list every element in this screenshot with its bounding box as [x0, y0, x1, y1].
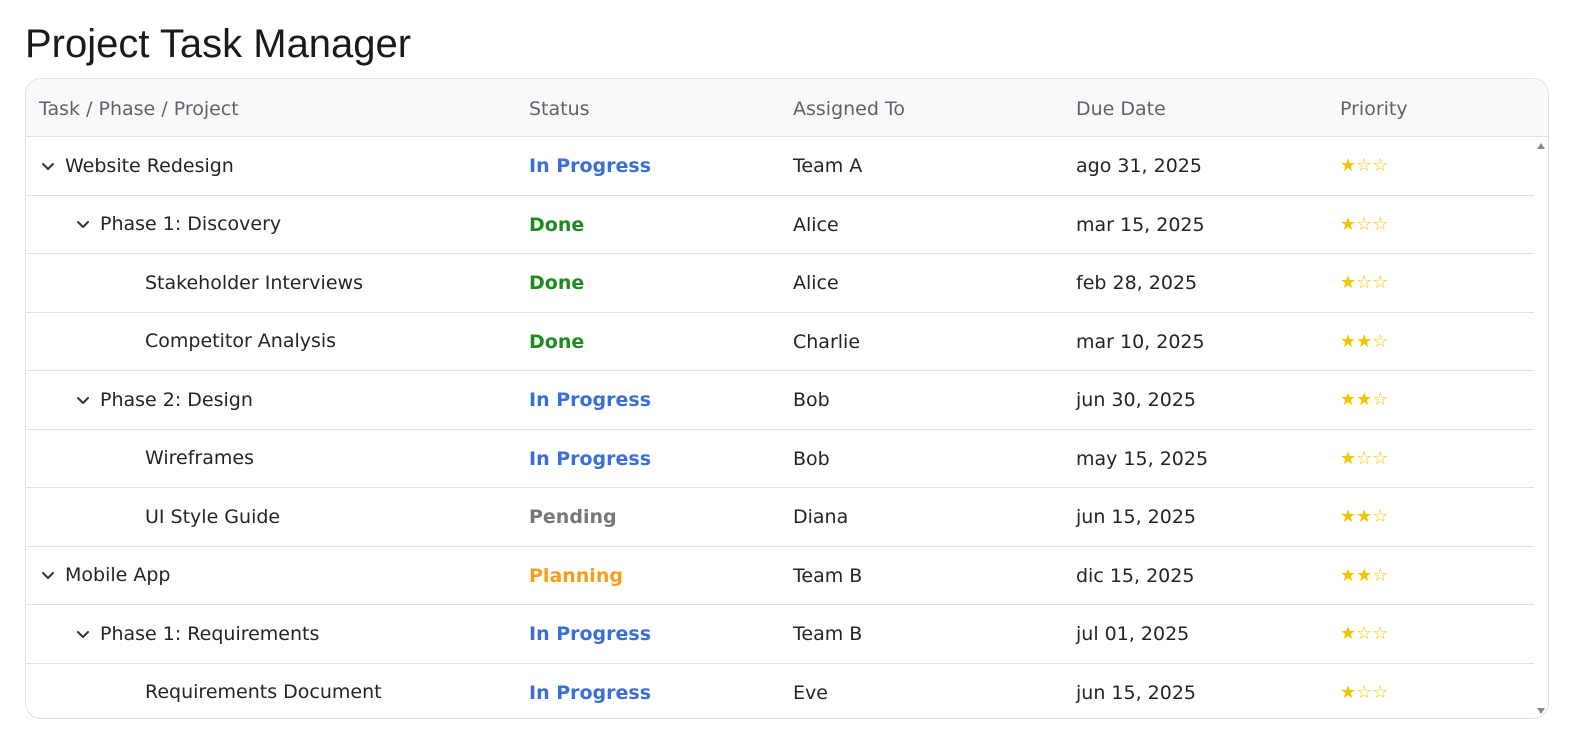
- column-header-task[interactable]: Task / Phase / Project: [39, 79, 239, 136]
- due-date-cell: feb 28, 2025: [1076, 272, 1198, 294]
- grid-header: Task / Phase / Project Status Assigned T…: [26, 79, 1548, 137]
- assigned-to-cell: Eve: [793, 681, 828, 704]
- task-row[interactable]: Competitor Analysis Done Charlie mar 10, 20…: [26, 313, 1534, 371]
- phase-row[interactable]: Phase 1: Discovery Done Alice mar 15, 2025 ★…: [26, 196, 1534, 254]
- column-header-assigned-to[interactable]: Assigned To: [793, 79, 905, 136]
- assigned-to-cell: Team B: [793, 623, 863, 645]
- assigned-to-cell: Bob: [793, 389, 830, 411]
- due-date-cell: dic 15, 2025: [1076, 564, 1195, 587]
- task-name-cell: Competitor Analysis: [145, 313, 336, 370]
- column-header-status[interactable]: Status: [529, 79, 590, 136]
- due-date-cell: jun 15, 2025: [1076, 681, 1197, 704]
- status-label: Done: [529, 330, 585, 353]
- status-label: Pending: [529, 506, 617, 528]
- status-label: Done: [529, 272, 585, 294]
- task-name: Phase 1: Discovery: [100, 213, 282, 235]
- scroll-up-arrow-icon[interactable]: [1537, 143, 1545, 149]
- chevron-down-icon[interactable]: [74, 215, 92, 233]
- task-name: Phase 2: Design: [100, 388, 253, 411]
- priority-stars: ★★☆: [1340, 506, 1389, 527]
- task-name: Competitor Analysis: [145, 330, 337, 352]
- status-label: In Progress: [529, 623, 652, 645]
- grid-body: Website Redesign In Progress Team A ago 31,…: [26, 137, 1534, 719]
- due-date-cell: jun 30, 2025: [1076, 389, 1197, 411]
- priority-stars: ★☆☆: [1340, 213, 1389, 235]
- task-name-cell: UI Style Guide: [145, 488, 280, 545]
- assigned-to-cell: Diana: [793, 506, 849, 528]
- chevron-down-icon[interactable]: [74, 625, 92, 643]
- priority-stars: ★★☆: [1340, 564, 1389, 586]
- due-date-cell: mar 10, 2025: [1076, 330, 1205, 353]
- status-label: In Progress: [529, 155, 652, 177]
- due-date-cell: mar 15, 2025: [1076, 213, 1205, 236]
- due-date-cell: ago 31, 2025: [1076, 155, 1202, 177]
- task-name: Requirements Document: [145, 681, 382, 703]
- task-name-cell: Phase 1: Requirements: [74, 605, 319, 662]
- task-row[interactable]: UI Style Guide Pending Diana jun 15, 2025 ★★…: [26, 488, 1534, 547]
- assigned-to-cell: Charlie: [793, 330, 861, 353]
- assigned-to-cell: Team A: [793, 155, 863, 177]
- task-name-cell: Stakeholder Interviews: [145, 254, 363, 311]
- task-name-cell: Requirements Document: [145, 664, 382, 719]
- priority-stars: ★☆☆: [1340, 623, 1389, 644]
- task-name: UI Style Guide: [145, 505, 281, 528]
- scroll-down-arrow-icon[interactable]: [1537, 708, 1545, 714]
- status-label: In Progress: [529, 389, 652, 411]
- priority-stars: ★★☆: [1340, 389, 1389, 410]
- priority-stars: ★☆☆: [1340, 155, 1389, 176]
- phase-row[interactable]: Phase 2: Design In Progress Bob jun 30, 202…: [26, 371, 1534, 430]
- task-row[interactable]: Requirements Document In Progress Eve jun 1…: [26, 664, 1534, 719]
- task-name: Mobile App: [65, 564, 171, 586]
- status-label: Planning: [529, 564, 623, 587]
- task-name-cell: Phase 1: Discovery: [74, 196, 281, 253]
- task-row[interactable]: Stakeholder Interviews Done Alice feb 28, 2…: [26, 254, 1534, 313]
- status-label: In Progress: [529, 447, 652, 470]
- page-title: Project Task Manager: [25, 22, 412, 66]
- task-name: Website Redesign: [65, 154, 234, 177]
- priority-stars: ★☆☆: [1340, 681, 1389, 703]
- priority-stars: ★☆☆: [1340, 447, 1389, 469]
- due-date-cell: jul 01, 2025: [1076, 623, 1190, 645]
- task-tree-grid: Task / Phase / Project Status Assigned T…: [25, 78, 1549, 719]
- column-header-due-date[interactable]: Due Date: [1076, 79, 1166, 136]
- assigned-to-cell: Bob: [793, 447, 830, 470]
- priority-stars: ★★☆: [1340, 330, 1389, 352]
- task-name: Phase 1: Requirements: [100, 622, 320, 645]
- chevron-down-icon[interactable]: [74, 391, 92, 409]
- assigned-to-cell: Alice: [793, 272, 839, 294]
- vertical-scrollbar[interactable]: [1534, 137, 1548, 718]
- due-date-cell: jun 15, 2025: [1076, 506, 1197, 528]
- column-header-priority[interactable]: Priority: [1340, 79, 1408, 136]
- project-row[interactable]: Website Redesign In Progress Team A ago 31,…: [26, 137, 1534, 196]
- task-name: Stakeholder Interviews: [145, 271, 363, 294]
- task-name-cell: Wireframes: [145, 430, 254, 487]
- project-row[interactable]: Mobile App Planning Team B dic 15, 2025 ★★☆: [26, 547, 1534, 605]
- status-label: Done: [529, 213, 585, 236]
- assigned-to-cell: Team B: [793, 564, 863, 587]
- status-label: In Progress: [529, 681, 652, 704]
- due-date-cell: may 15, 2025: [1076, 447, 1209, 470]
- assigned-to-cell: Alice: [793, 213, 839, 236]
- task-name-cell: Mobile App: [39, 547, 170, 604]
- chevron-down-icon[interactable]: [39, 157, 57, 175]
- task-row[interactable]: Wireframes In Progress Bob may 15, 2025 ★☆☆: [26, 430, 1534, 488]
- phase-row[interactable]: Phase 1: Requirements In Progress Team B ju…: [26, 605, 1534, 664]
- chevron-down-icon[interactable]: [39, 566, 57, 584]
- task-name: Wireframes: [145, 447, 254, 469]
- task-name-cell: Website Redesign: [39, 137, 234, 194]
- priority-stars: ★☆☆: [1340, 272, 1389, 293]
- task-name-cell: Phase 2: Design: [74, 371, 253, 428]
